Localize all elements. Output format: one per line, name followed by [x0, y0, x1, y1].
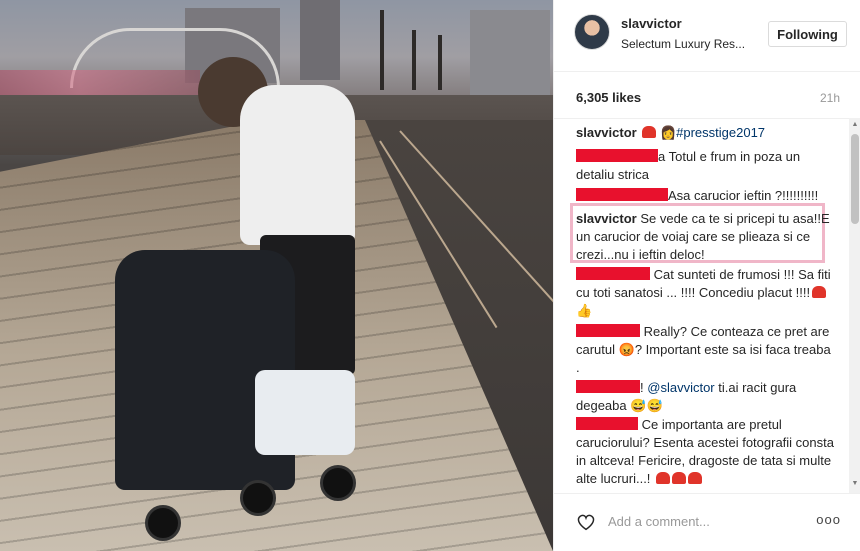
photo-palm	[438, 35, 442, 90]
comment-username[interactable]: slavvictor	[576, 211, 637, 226]
post-photo	[0, 0, 553, 551]
hashtag-link[interactable]: #presstige2017	[676, 125, 765, 140]
caption-username[interactable]: slavvictor	[576, 125, 637, 140]
heart-icon	[688, 472, 703, 484]
following-button[interactable]: Following	[768, 21, 847, 47]
add-comment-input[interactable]: Add a comment...	[608, 514, 710, 529]
thumbs-up-icon: 👍	[576, 303, 593, 318]
photo-palm	[380, 10, 384, 90]
heart-icon	[656, 472, 671, 484]
heart-icon	[812, 286, 827, 298]
photo-man	[240, 85, 355, 245]
comment-prefix: !	[640, 380, 644, 395]
likes-count[interactable]: 6,305 likes	[576, 90, 641, 105]
comment-text: Asa carucior ieftin ?!!!!!!!!!!	[668, 188, 819, 203]
post-time[interactable]: 21h	[820, 91, 840, 105]
redacted-username	[576, 417, 638, 430]
more-options-icon[interactable]: ooo	[816, 512, 841, 527]
photo-blanket	[255, 370, 355, 455]
caption: slavvictor 👩#presstige2017	[576, 124, 834, 142]
comment: Ce importanta are pretul caruciorului? E…	[576, 416, 834, 488]
comment: Cat sunteti de frumosi !!! Sa fiti cu to…	[576, 266, 834, 320]
redacted-username	[576, 380, 640, 393]
photo-palm	[412, 30, 416, 90]
comment-text: ? Important este sa isi faca treaba .	[576, 342, 831, 375]
grimace-face-icon: 😅	[630, 398, 647, 413]
comment: slavvictor Se vede ca te si pricepi tu a…	[576, 210, 834, 264]
photo-wheel	[320, 465, 356, 501]
photo-building	[470, 10, 550, 100]
post-header: slavvictor Selectum Luxury Res... Follow…	[554, 0, 860, 72]
redacted-username	[576, 267, 650, 280]
woman-icon: 👩	[659, 125, 677, 140]
scroll-down-arrow-icon[interactable]: ▼	[851, 480, 859, 488]
comment: ! @slavvictor ti.ai racit gura degeaba 😅…	[576, 379, 834, 415]
redacted-username	[576, 188, 668, 201]
post-side-panel: slavvictor Selectum Luxury Res... Follow…	[553, 0, 860, 551]
heart-icon	[672, 472, 687, 484]
post-username[interactable]: slavvictor	[621, 16, 682, 31]
scrollbar-thumb[interactable]	[851, 134, 859, 224]
comment: a Totul e frum in poza un detaliu strica	[576, 148, 834, 184]
photo-wheel	[145, 505, 181, 541]
photo-wheel	[240, 480, 276, 516]
scroll-up-arrow-icon[interactable]: ▲	[851, 121, 859, 129]
redacted-username	[576, 324, 640, 337]
heart-outline-icon[interactable]	[576, 513, 596, 531]
avatar[interactable]	[574, 14, 610, 50]
photo-building	[300, 0, 340, 80]
grimace-face-icon: 😅	[646, 398, 663, 413]
redacted-username	[576, 149, 658, 162]
comment: Really? Ce conteaza ce pret are carutul …	[576, 323, 834, 377]
comment-footer: Add a comment... ooo	[554, 493, 860, 551]
angry-face-icon: 😡	[618, 342, 635, 357]
red-heart-icon	[642, 126, 657, 138]
post-location[interactable]: Selectum Luxury Res...	[621, 37, 745, 51]
mention-link[interactable]: @slavvictor	[647, 380, 714, 395]
